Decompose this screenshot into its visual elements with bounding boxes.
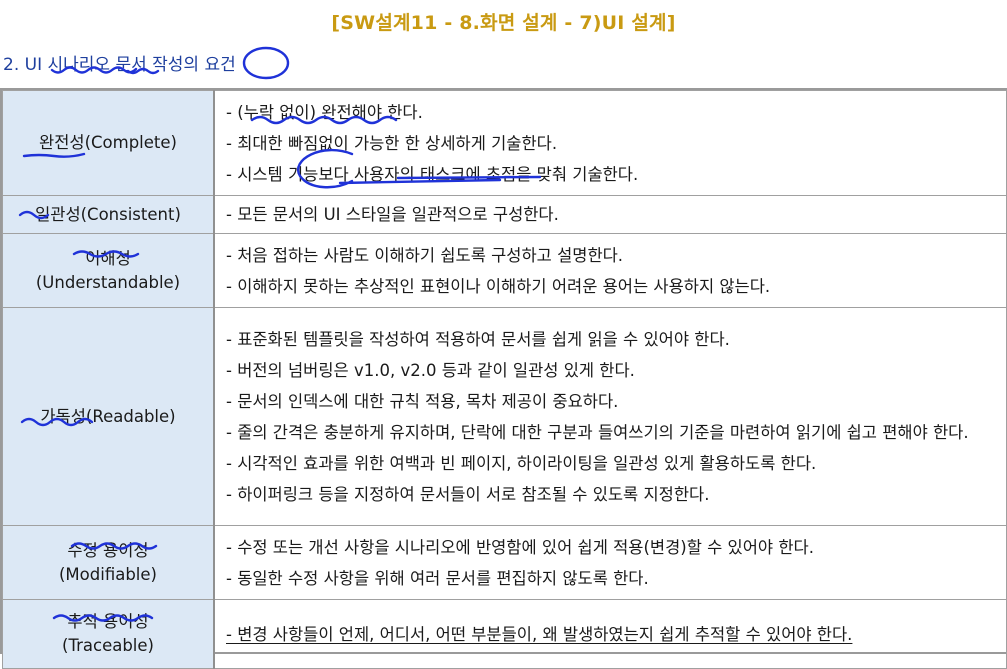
row-label-cell: 일관성(Consistent) (2, 195, 215, 234)
list-item: - 표준화된 템플릿을 작성하여 적용하여 문서를 쉽게 읽을 수 있어야 한다… (226, 330, 730, 349)
list-item: - 이해하지 못하는 추상적인 표현이나 이해하기 어려운 용어는 사용하지 않… (226, 277, 771, 296)
row-label-cell: 수정 용이성 (Modifiable) (2, 525, 215, 600)
row-label-cell: 추적 용이성 (Traceable) (2, 599, 215, 669)
row-label-subtitle: (Modifiable) (59, 564, 157, 584)
row-label: 가독성(Readable) (40, 406, 176, 426)
row-label: 완전성(Complete) (39, 133, 177, 152)
row-label: 추적 용이성 (67, 612, 149, 631)
row-label: 수정 용이성 (67, 540, 149, 560)
table-row: 완전성(Complete) - (누락 없이) 완전해야 한다. - 최대한 빠… (2, 90, 1007, 196)
list-item: - 동일한 수정 사항을 위해 여러 문서를 편집하지 않도록 한다. (226, 569, 649, 588)
table-row: 추적 용이성 (Traceable) - 변경 사항들이 언제, 어디서, 어떤… (2, 599, 1007, 669)
list-item: - 수정 또는 개선 사항을 시나리오에 반영함에 있어 쉽게 적용(변경)할 … (226, 538, 814, 557)
document-title: [SW설계11 - 8.화면 설계 - 7)UI 설계] (331, 12, 676, 34)
row-description-cell: - 표준화된 템플릿을 작성하여 적용하여 문서를 쉽게 읽을 수 있어야 한다… (213, 307, 1007, 526)
section-heading: 2. UI 시나리오 문서 작성의 요건 (3, 55, 236, 75)
table-row: 이해성 (Understandable) - 처음 접하는 사람도 이해하기 쉽… (2, 233, 1007, 308)
list-item: - 모든 문서의 UI 스타일을 일관적으로 구성한다. (226, 205, 559, 224)
list-item: - 변경 사항들이 언제, 어디서, 어떤 부분들이, 왜 발생하였는지 쉽게 … (226, 625, 853, 644)
table-row: 일관성(Consistent) - 모든 문서의 UI 스타일을 일관적으로 구… (2, 195, 1007, 234)
row-description-cell: - 모든 문서의 UI 스타일을 일관적으로 구성한다. (213, 195, 1007, 234)
row-description-cell: - (누락 없이) 완전해야 한다. - 최대한 빠짐없이 가능한 한 상세하게… (213, 90, 1007, 196)
list-item: - (누락 없이) 완전해야 한다. (226, 103, 423, 122)
list-item: - 버전의 넘버링은 v1.0, v2.0 등과 같이 일관성 있게 한다. (226, 361, 635, 380)
table-row: 가독성(Readable) - 표준화된 템플릿을 작성하여 적용하여 문서를 … (2, 307, 1007, 526)
list-item: - 줄의 간격은 충분하게 유지하며, 단락에 대한 구분과 들여쓰기의 기준을… (226, 423, 969, 442)
table-row: 수정 용이성 (Modifiable) - 수정 또는 개선 사항을 시나리오에… (2, 525, 1007, 600)
list-item: - 하이퍼링크 등을 지정하여 문서들이 서로 참조될 수 있도록 지정한다. (226, 485, 710, 504)
list-item: - 시스템 기능보다 사용자의 태스크에 초점을 맞춰 기술한다. (226, 165, 639, 184)
list-item: - 최대한 빠짐없이 가능한 한 상세하게 기술한다. (226, 134, 558, 153)
row-label: 일관성(Consistent) (35, 204, 181, 224)
list-item: - 처음 접하는 사람도 이해하기 쉽도록 구성하고 설명한다. (226, 246, 624, 265)
row-label-cell: 가독성(Readable) (2, 307, 215, 526)
circle-annotation (242, 46, 290, 80)
requirements-table: 완전성(Complete) - (누락 없이) 완전해야 한다. - 최대한 빠… (2, 90, 1007, 669)
row-description-cell: - 수정 또는 개선 사항을 시나리오에 반영함에 있어 쉽게 적용(변경)할 … (213, 525, 1007, 600)
row-description-cell: - 처음 접하는 사람도 이해하기 쉽도록 구성하고 설명한다. - 이해하지 … (213, 233, 1007, 308)
row-description-cell: - 변경 사항들이 언제, 어디서, 어떤 부분들이, 왜 발생하였는지 쉽게 … (213, 599, 1007, 669)
list-item: - 문서의 인덱스에 대한 규칙 적용, 목차 제공이 중요하다. (226, 392, 619, 411)
row-label-subtitle: (Traceable) (62, 636, 154, 655)
row-label-subtitle: (Understandable) (35, 272, 181, 292)
row-label: 이해성 (85, 248, 131, 268)
list-item: - 시각적인 효과를 위한 여백과 빈 페이지, 하이라이팅을 일관성 있게 활… (226, 454, 817, 473)
row-label-cell: 완전성(Complete) (2, 90, 215, 196)
row-label-cell: 이해성 (Understandable) (2, 233, 215, 308)
